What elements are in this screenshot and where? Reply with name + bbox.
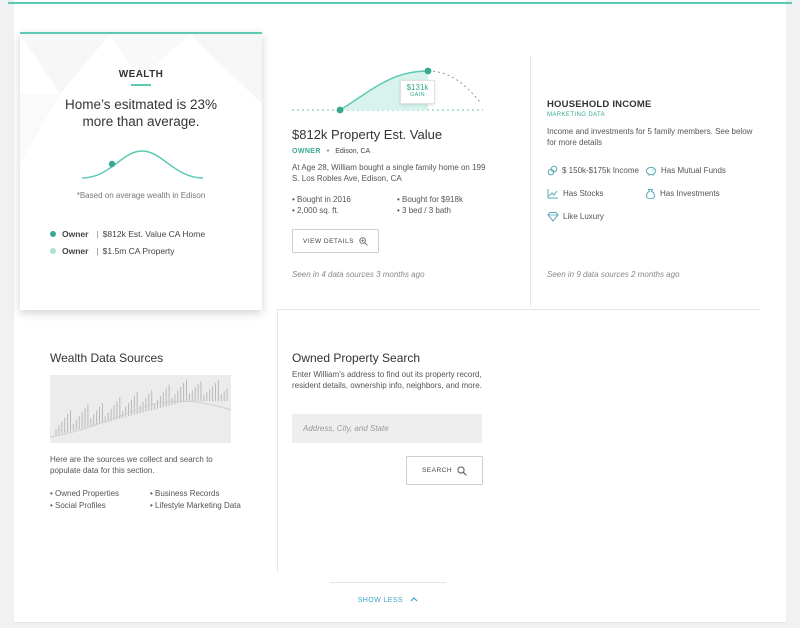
stock-chart-image [50,375,231,443]
source-item: • Business Records [150,489,220,498]
property-title: $812k Property Est. Value [292,127,443,142]
search-title: Owned Property Search [292,351,421,365]
search-button[interactable]: SEARCH [406,456,483,485]
legend-text: $812k Est. Value CA Home [102,229,206,239]
chevron-up-icon [410,597,418,602]
source-item: • Social Profiles [50,501,106,510]
legend-role: Owner [62,246,89,256]
household-item-label: Like Luxury [563,212,604,221]
household-item-label: Has Stocks [563,189,604,198]
legend-role: Owner [62,229,89,239]
divider-vertical-left [277,310,278,572]
household-subtitle: MARKETING DATA [547,112,606,118]
source-item: • Owned Properties [50,489,120,498]
wealth-title: WEALTH [118,69,164,80]
legend-dot-light [50,248,56,254]
view-details-button[interactable]: VIEW DETAILS [292,229,379,253]
owner-marker-dot [108,160,116,168]
divider-vertical-right [530,56,531,306]
wealth-card: WEALTH Home’s esitmated is 23% more than… [20,32,262,310]
fact-item: • 2,000 sq. ft. [292,206,339,215]
show-less-link[interactable]: SHOW LESS [330,582,446,604]
legend-dot-dark [50,231,56,237]
search-description: Enter William’s address to find out its … [292,370,482,390]
sources-description: Here are the sources we collect and sear… [50,455,213,475]
property-owner-line: OWNER • Edison, CA [292,148,370,155]
household-item-luxury: Like Luxury [547,211,604,222]
fact-item: • 3 bed / 3 bath [397,206,451,215]
source-item: • Lifestyle Marketing Data [150,501,241,510]
bullet-separator: • [326,148,330,155]
fact-item: • Bought for $918k [397,195,463,204]
divider-horizontal [277,309,760,310]
legend-item: Owner | $1.5m CA Property [50,246,174,256]
household-item-income: $ 150k-$175k Income [547,165,639,176]
zoom-icon [359,236,368,246]
search-button-label: SEARCH [421,467,453,474]
title-underline [131,84,151,86]
gain-value: $131k [406,83,429,92]
property-seen-text: Seen in 4 data sources 3 months ago [292,270,425,279]
wealth-headline: Home’s esitmated is 23% more than averag… [64,97,218,129]
legend-separator: | [96,229,99,239]
gain-badge: $131k GAIN [400,80,435,104]
owner-label: OWNER [292,148,321,155]
search-icon [457,465,467,476]
household-item-mutual-funds: Has Mutual Funds [645,165,726,176]
top-accent-line [8,2,792,4]
household-title: HOUSEHOLD INCOME [547,99,652,110]
property-location: Edison, CA [335,148,371,155]
household-item-label: Has Investments [660,189,720,198]
address-search-input[interactable] [292,414,482,443]
household-item-label: $ 150k-$175k Income [562,166,639,175]
view-details-label: VIEW DETAILS [302,237,355,245]
link-icon [547,165,558,176]
current-value-point [424,67,432,75]
wealth-distribution-curve [81,150,204,179]
money-bag-icon [646,189,655,199]
household-seen-text: Seen in 9 data sources 2 months ago [547,270,680,279]
legend-item: Owner | $812k Est. Value CA Home [50,229,205,239]
fact-item: • Bought in 2016 [292,195,351,204]
piggy-bank-icon [645,166,657,176]
property-value-chart [292,67,483,114]
show-less-label: SHOW LESS [357,597,403,604]
legend-text: $1.5m CA Property [102,246,175,256]
legend-separator: | [96,246,99,256]
household-item-investments: Has Investments [645,188,720,199]
purchase-point [336,106,344,114]
sources-list: • Owned Properties • Business Records • … [50,488,270,512]
household-item-stocks: Has Stocks [547,188,603,199]
stocks-chart-icon [547,189,558,199]
property-description: At Age 28, William bought a single famil… [292,163,486,183]
household-item-label: Has Mutual Funds [661,166,726,175]
diamond-icon [547,212,559,222]
sources-title: Wealth Data Sources [50,351,164,365]
gain-label: GAIN [409,92,426,98]
property-facts: • Bought in 2016 • Bought for $918k • 2,… [292,194,502,216]
household-description: Income and investments for 5 family memb… [547,127,753,147]
wealth-note: *Based on average wealth in Edison [76,191,206,200]
